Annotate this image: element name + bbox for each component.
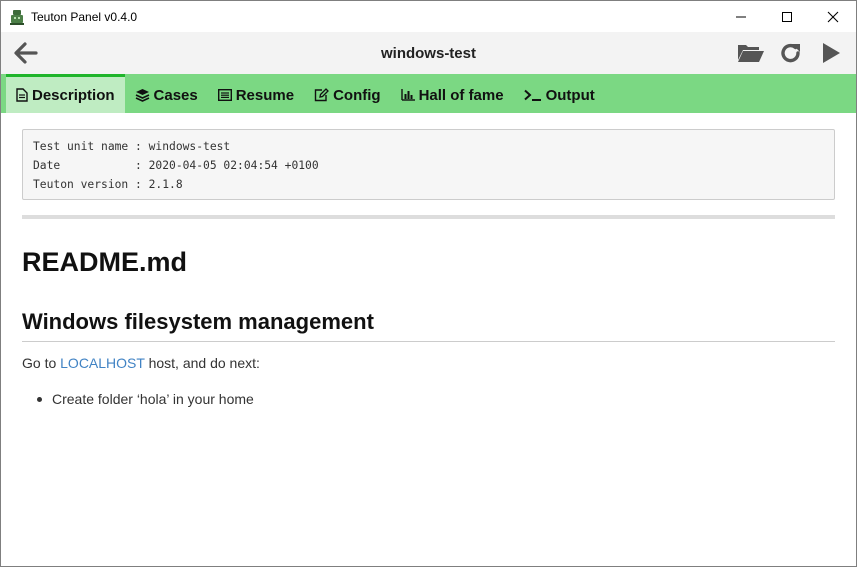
close-button[interactable] [810,1,856,32]
app-window: Teuton Panel v0.4.0 windows-test Descrip… [0,0,857,567]
file-icon [16,88,28,102]
bullet-icon [37,397,42,402]
paragraph-suffix: host, and do next: [144,355,260,371]
readme-title: README.md [22,247,188,277]
edit-icon [314,88,329,102]
tab-description[interactable]: Description [6,74,125,113]
back-arrow-icon [14,42,38,64]
localhost-link[interactable]: LOCALHOST [60,355,145,371]
close-icon [827,11,839,22]
run-button[interactable] [814,36,848,70]
minimize-button[interactable] [718,1,764,32]
bar-chart-icon [400,89,415,101]
list-item-text: Create folder ‘hola’ in your home [52,391,254,407]
paragraph-prefix: Go to [22,355,61,371]
tab-resume[interactable]: Resume [208,74,304,113]
info-test-unit-name: Test unit name : windows-test [33,140,231,153]
title-bar: Teuton Panel v0.4.0 [1,1,856,32]
tab-config[interactable]: Config [304,74,390,113]
tab-resume-label: Resume [235,86,295,104]
test-info-box: Test unit name : windows-test Date : 2020… [22,129,835,200]
layers-icon [135,89,149,102]
refresh-icon [781,43,800,63]
refresh-button[interactable] [774,36,808,70]
tab-hall-of-fame-label: Hall of fame [418,86,504,104]
readme-paragraph: Go to LOCALHOST host, and do next: [22,355,835,371]
play-icon [823,43,840,63]
info-teuton-version: Teuton version : 2.1.8 [33,178,183,191]
maximize-button[interactable] [764,1,810,32]
tab-output[interactable]: Output [514,74,605,113]
tab-cases-label: Cases [153,86,198,104]
maximize-icon [782,11,792,22]
list-icon [217,89,232,101]
readme-list: Create folder ‘hola’ in your home [22,391,835,407]
header-toolbar: windows-test [1,32,856,74]
content-area: Test unit name : windows-test Date : 2020… [1,113,856,407]
list-item: Create folder ‘hola’ in your home [37,391,835,407]
back-button[interactable] [1,32,51,74]
readme-heading: Windows filesystem management [22,309,835,342]
folder-open-icon [738,45,764,62]
tab-bar: Description Cases Resume Config Hall of … [1,74,856,113]
tab-hall-of-fame[interactable]: Hall of fame [391,74,514,113]
divider [22,215,835,219]
minimize-icon [736,16,746,17]
teuton-app-icon [9,9,25,25]
terminal-icon [523,89,541,101]
window-title: Teuton Panel v0.4.0 [31,9,138,24]
page-title: windows-test [380,44,476,62]
tab-config-label: Config [333,86,381,104]
info-date: Date : 2020-04-05 02:04:54 +0100 [33,159,319,172]
tab-description-label: Description [32,86,115,104]
open-folder-button[interactable] [734,36,768,70]
tab-cases[interactable]: Cases [125,74,208,113]
tab-output-label: Output [545,86,595,104]
